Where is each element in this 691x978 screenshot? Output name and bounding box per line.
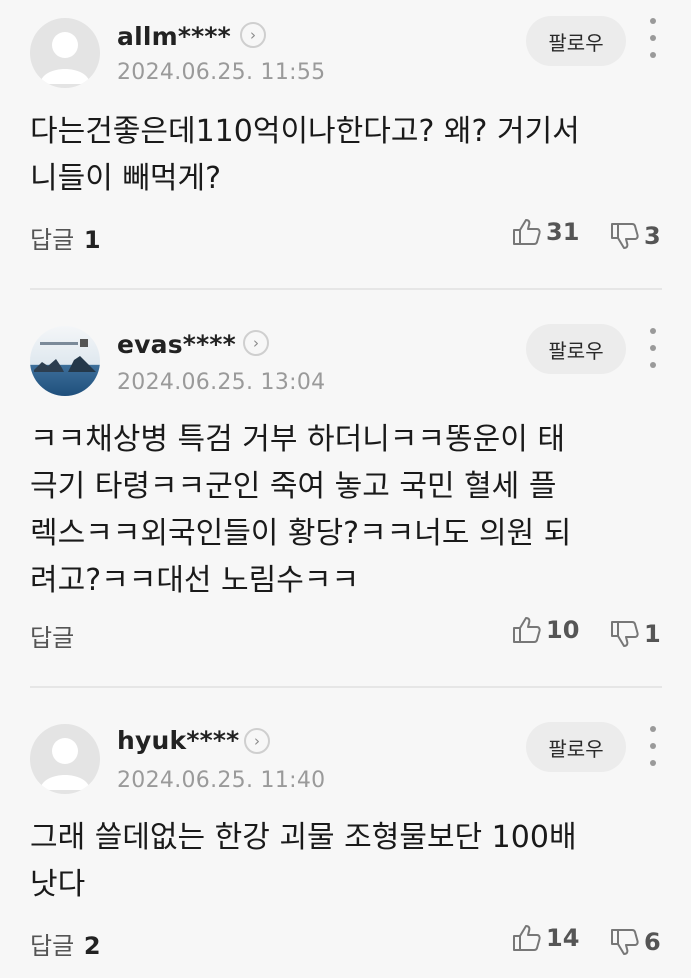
- dislike-button[interactable]: 6: [610, 928, 661, 956]
- like-count: 31: [546, 218, 580, 246]
- more-vertical-icon[interactable]: [647, 726, 659, 766]
- default-avatar-icon: [30, 18, 100, 88]
- avatar[interactable]: [30, 18, 100, 88]
- timestamp: 2024.06.25. 13:04: [117, 370, 326, 395]
- reply-button[interactable]: 답글 2: [30, 926, 101, 961]
- chevron-right-icon[interactable]: ›: [243, 330, 269, 356]
- dislike-button[interactable]: 3: [610, 222, 661, 250]
- like-count: 10: [546, 616, 580, 644]
- thumbs-up-icon: [513, 925, 541, 951]
- thumbs-down-icon: [611, 929, 639, 955]
- follow-button[interactable]: 팔로우: [526, 16, 626, 66]
- like-button[interactable]: 10: [512, 616, 579, 644]
- dislike-count: 3: [644, 222, 661, 250]
- more-vertical-icon[interactable]: [647, 18, 659, 58]
- reply-count: 1: [83, 226, 101, 254]
- dislike-button[interactable]: 1: [610, 620, 661, 648]
- comment-item: evas**** › 2024.06.25. 13:04 팔로우 ㅋㅋ채상병 특…: [0, 290, 691, 686]
- comment-item: allm**** › 2024.06.25. 11:55 팔로우 다는건좋은데1…: [0, 0, 691, 290]
- reply-button[interactable]: 답글: [30, 618, 76, 653]
- reply-label: 답글: [30, 624, 75, 652]
- thumbs-up-icon: [513, 617, 541, 643]
- comment-text: 그래 쓸데없는 한강 괴물 조형물보단 100배 낫다: [30, 820, 577, 902]
- timestamp: 2024.06.25. 11:40: [117, 768, 326, 793]
- reply-label: 답글: [30, 932, 75, 960]
- thumbs-down-icon: [611, 621, 639, 647]
- comment-text: 다는건좋은데110억이나한다고? 왜? 거기서 니들이 빼먹게?: [30, 114, 580, 196]
- island-photo-avatar-icon: [30, 326, 100, 396]
- avatar[interactable]: [30, 326, 100, 396]
- dislike-count: 6: [644, 928, 661, 956]
- reply-button[interactable]: 답글 1: [30, 220, 101, 255]
- chevron-right-icon[interactable]: ›: [244, 728, 270, 754]
- reply-count: 2: [83, 932, 101, 960]
- like-count: 14: [546, 924, 580, 952]
- comment-item: hyuk**** › 2024.06.25. 11:40 팔로우 그래 쓸데없는…: [0, 688, 691, 978]
- follow-button[interactable]: 팔로우: [526, 722, 626, 772]
- more-vertical-icon[interactable]: [647, 328, 659, 368]
- username[interactable]: allm****: [117, 22, 231, 51]
- avatar[interactable]: [30, 724, 100, 794]
- username[interactable]: hyuk****: [117, 726, 239, 755]
- reply-label: 답글: [30, 226, 75, 254]
- follow-button[interactable]: 팔로우: [526, 324, 626, 374]
- username[interactable]: evas****: [117, 330, 236, 359]
- dislike-count: 1: [644, 620, 661, 648]
- thumbs-up-icon: [513, 219, 541, 245]
- like-button[interactable]: 31: [512, 218, 579, 246]
- like-button[interactable]: 14: [512, 924, 579, 952]
- chevron-right-icon[interactable]: ›: [240, 22, 266, 48]
- default-avatar-icon: [30, 724, 100, 794]
- thumbs-down-icon: [611, 223, 639, 249]
- timestamp: 2024.06.25. 11:55: [117, 60, 326, 85]
- comment-text: ㅋㅋ채상병 특검 거부 하더니ㅋㅋ똥운이 태 극기 타령ㅋㅋ군인 죽여 놓고 국…: [30, 422, 572, 598]
